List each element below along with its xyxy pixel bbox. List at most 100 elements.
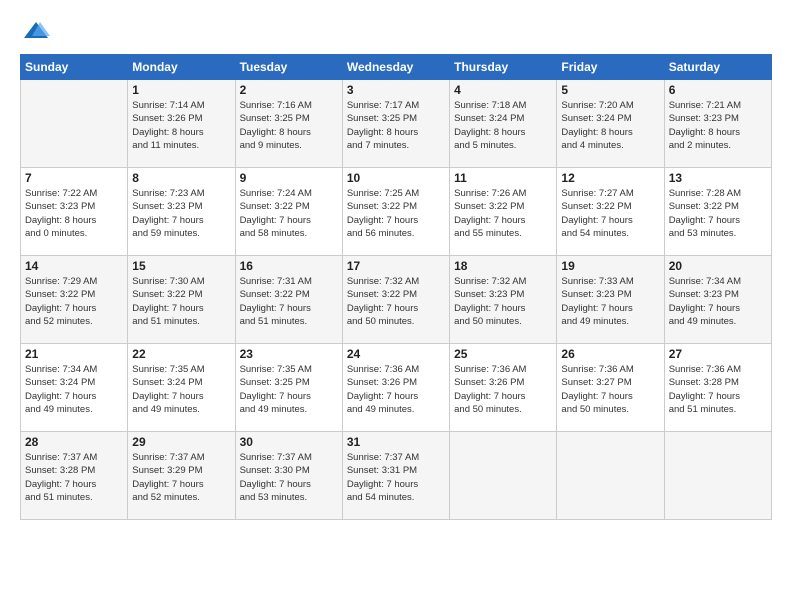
day-info: Sunrise: 7:36 AM Sunset: 3:26 PM Dayligh…	[454, 363, 552, 416]
day-number: 5	[561, 83, 659, 97]
day-number: 25	[454, 347, 552, 361]
day-number: 22	[132, 347, 230, 361]
day-number: 28	[25, 435, 123, 449]
weekday-header-thursday: Thursday	[450, 55, 557, 80]
calendar-cell: 13Sunrise: 7:28 AM Sunset: 3:22 PM Dayli…	[664, 168, 771, 256]
day-number: 8	[132, 171, 230, 185]
day-info: Sunrise: 7:27 AM Sunset: 3:22 PM Dayligh…	[561, 187, 659, 240]
calendar-cell: 24Sunrise: 7:36 AM Sunset: 3:26 PM Dayli…	[342, 344, 449, 432]
calendar-cell: 20 Sunrise: 7:34 AM Sunset: 3:23 PM Dayli…	[664, 256, 771, 344]
day-number: 3	[347, 83, 445, 97]
day-number: 13	[669, 171, 767, 185]
calendar-cell: 29 Sunrise: 7:37 AM Sunset: 3:29 PM Dayli…	[128, 432, 235, 520]
calendar-cell: 21 Sunrise: 7:34 AM Sunset: 3:24 PM Dayli…	[21, 344, 128, 432]
day-number: 27	[669, 347, 767, 361]
calendar-week-5: 28 Sunrise: 7:37 AM Sunset: 3:28 PM Dayli…	[21, 432, 772, 520]
day-number: 23	[240, 347, 338, 361]
day-info: Sunrise: 7:34 AM Sunset: 3:24 PM Dayligh…	[25, 363, 123, 416]
day-info: Sunrise: 7:23 AM Sunset: 3:23 PM Dayligh…	[132, 187, 230, 240]
calendar-cell: 2 Sunrise: 7:16 AM Sunset: 3:25 PM Daylig…	[235, 80, 342, 168]
calendar-header: SundayMondayTuesdayWednesdayThursdayFrid…	[21, 55, 772, 80]
day-number: 19	[561, 259, 659, 273]
calendar-cell: 25 Sunrise: 7:36 AM Sunset: 3:26 PM Dayli…	[450, 344, 557, 432]
day-number: 7	[25, 171, 123, 185]
day-number: 20	[669, 259, 767, 273]
header	[20, 18, 772, 46]
day-number: 9	[240, 171, 338, 185]
calendar-cell: 14 Sunrise: 7:29 AM Sunset: 3:22 PM Dayli…	[21, 256, 128, 344]
day-info: Sunrise: 7:36 AM Sunset: 3:28 PM Dayligh…	[669, 363, 767, 416]
calendar-cell	[664, 432, 771, 520]
calendar-cell: 8 Sunrise: 7:23 AM Sunset: 3:23 PM Daylig…	[128, 168, 235, 256]
calendar-cell: 28 Sunrise: 7:37 AM Sunset: 3:28 PM Dayli…	[21, 432, 128, 520]
calendar-cell: 1Sunrise: 7:14 AM Sunset: 3:26 PM Daylig…	[128, 80, 235, 168]
day-number: 15	[132, 259, 230, 273]
calendar-cell: 23 Sunrise: 7:35 AM Sunset: 3:25 PM Dayli…	[235, 344, 342, 432]
weekday-header-sunday: Sunday	[21, 55, 128, 80]
calendar-cell: 16 Sunrise: 7:31 AM Sunset: 3:22 PM Dayli…	[235, 256, 342, 344]
day-number: 21	[25, 347, 123, 361]
calendar-cell: 9 Sunrise: 7:24 AM Sunset: 3:22 PM Daylig…	[235, 168, 342, 256]
calendar-cell	[450, 432, 557, 520]
day-info: Sunrise: 7:31 AM Sunset: 3:22 PM Dayligh…	[240, 275, 338, 328]
day-number: 29	[132, 435, 230, 449]
day-info: Sunrise: 7:37 AM Sunset: 3:29 PM Dayligh…	[132, 451, 230, 504]
weekday-header-saturday: Saturday	[664, 55, 771, 80]
day-info: Sunrise: 7:22 AM Sunset: 3:23 PM Dayligh…	[25, 187, 123, 240]
calendar-week-1: 1Sunrise: 7:14 AM Sunset: 3:26 PM Daylig…	[21, 80, 772, 168]
weekday-header-monday: Monday	[128, 55, 235, 80]
calendar-cell: 3Sunrise: 7:17 AM Sunset: 3:25 PM Daylig…	[342, 80, 449, 168]
day-info: Sunrise: 7:24 AM Sunset: 3:22 PM Dayligh…	[240, 187, 338, 240]
day-number: 16	[240, 259, 338, 273]
calendar-cell: 27 Sunrise: 7:36 AM Sunset: 3:28 PM Dayli…	[664, 344, 771, 432]
calendar-cell: 7 Sunrise: 7:22 AM Sunset: 3:23 PM Daylig…	[21, 168, 128, 256]
day-info: Sunrise: 7:35 AM Sunset: 3:25 PM Dayligh…	[240, 363, 338, 416]
calendar-cell: 22Sunrise: 7:35 AM Sunset: 3:24 PM Dayli…	[128, 344, 235, 432]
day-info: Sunrise: 7:37 AM Sunset: 3:31 PM Dayligh…	[347, 451, 445, 504]
calendar-cell: 30 Sunrise: 7:37 AM Sunset: 3:30 PM Dayli…	[235, 432, 342, 520]
day-info: Sunrise: 7:36 AM Sunset: 3:27 PM Dayligh…	[561, 363, 659, 416]
day-info: Sunrise: 7:16 AM Sunset: 3:25 PM Dayligh…	[240, 99, 338, 152]
calendar: SundayMondayTuesdayWednesdayThursdayFrid…	[20, 54, 772, 520]
calendar-body: 1Sunrise: 7:14 AM Sunset: 3:26 PM Daylig…	[21, 80, 772, 520]
day-number: 30	[240, 435, 338, 449]
calendar-cell: 5 Sunrise: 7:20 AM Sunset: 3:24 PM Daylig…	[557, 80, 664, 168]
logo	[20, 18, 50, 46]
day-info: Sunrise: 7:18 AM Sunset: 3:24 PM Dayligh…	[454, 99, 552, 152]
calendar-cell: 19 Sunrise: 7:33 AM Sunset: 3:23 PM Dayli…	[557, 256, 664, 344]
day-info: Sunrise: 7:25 AM Sunset: 3:22 PM Dayligh…	[347, 187, 445, 240]
day-number: 17	[347, 259, 445, 273]
day-info: Sunrise: 7:29 AM Sunset: 3:22 PM Dayligh…	[25, 275, 123, 328]
day-info: Sunrise: 7:37 AM Sunset: 3:28 PM Dayligh…	[25, 451, 123, 504]
day-info: Sunrise: 7:26 AM Sunset: 3:22 PM Dayligh…	[454, 187, 552, 240]
day-number: 18	[454, 259, 552, 273]
day-number: 26	[561, 347, 659, 361]
calendar-cell: 18 Sunrise: 7:32 AM Sunset: 3:23 PM Dayli…	[450, 256, 557, 344]
day-info: Sunrise: 7:34 AM Sunset: 3:23 PM Dayligh…	[669, 275, 767, 328]
logo-icon	[22, 18, 50, 46]
weekday-header-tuesday: Tuesday	[235, 55, 342, 80]
day-info: Sunrise: 7:32 AM Sunset: 3:23 PM Dayligh…	[454, 275, 552, 328]
weekday-header-friday: Friday	[557, 55, 664, 80]
weekday-row: SundayMondayTuesdayWednesdayThursdayFrid…	[21, 55, 772, 80]
calendar-cell: 15 Sunrise: 7:30 AM Sunset: 3:22 PM Dayli…	[128, 256, 235, 344]
day-info: Sunrise: 7:20 AM Sunset: 3:24 PM Dayligh…	[561, 99, 659, 152]
day-info: Sunrise: 7:37 AM Sunset: 3:30 PM Dayligh…	[240, 451, 338, 504]
day-info: Sunrise: 7:33 AM Sunset: 3:23 PM Dayligh…	[561, 275, 659, 328]
day-info: Sunrise: 7:30 AM Sunset: 3:22 PM Dayligh…	[132, 275, 230, 328]
day-info: Sunrise: 7:32 AM Sunset: 3:22 PM Dayligh…	[347, 275, 445, 328]
calendar-cell: 10 Sunrise: 7:25 AM Sunset: 3:22 PM Dayli…	[342, 168, 449, 256]
day-number: 2	[240, 83, 338, 97]
calendar-cell: 12Sunrise: 7:27 AM Sunset: 3:22 PM Dayli…	[557, 168, 664, 256]
calendar-week-4: 21 Sunrise: 7:34 AM Sunset: 3:24 PM Dayli…	[21, 344, 772, 432]
day-number: 4	[454, 83, 552, 97]
weekday-header-wednesday: Wednesday	[342, 55, 449, 80]
day-number: 14	[25, 259, 123, 273]
day-number: 10	[347, 171, 445, 185]
calendar-cell: 6Sunrise: 7:21 AM Sunset: 3:23 PM Daylig…	[664, 80, 771, 168]
calendar-cell: 17 Sunrise: 7:32 AM Sunset: 3:22 PM Dayli…	[342, 256, 449, 344]
calendar-cell: 11Sunrise: 7:26 AM Sunset: 3:22 PM Dayli…	[450, 168, 557, 256]
calendar-week-2: 7 Sunrise: 7:22 AM Sunset: 3:23 PM Daylig…	[21, 168, 772, 256]
day-info: Sunrise: 7:36 AM Sunset: 3:26 PM Dayligh…	[347, 363, 445, 416]
day-info: Sunrise: 7:14 AM Sunset: 3:26 PM Dayligh…	[132, 99, 230, 152]
